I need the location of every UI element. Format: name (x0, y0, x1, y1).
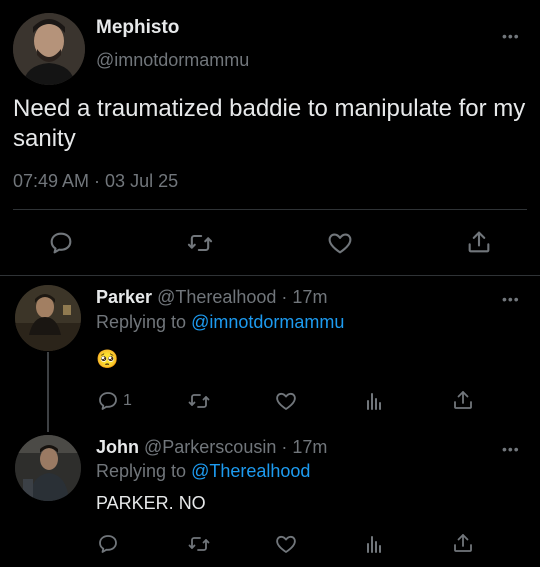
reply1-display-name[interactable]: Parker (96, 287, 152, 307)
avatar-parker[interactable] (15, 285, 81, 351)
reply2-like-icon[interactable] (274, 532, 298, 556)
reply2-replying: Replying to @Therealhood (96, 461, 310, 482)
reply1-analytics-icon[interactable] (362, 389, 386, 413)
reply2-share-icon[interactable] (451, 531, 475, 555)
reply2-more-icon[interactable]: ••• (502, 441, 520, 457)
reply1-share-icon[interactable] (451, 388, 475, 412)
reply1-like-icon[interactable] (274, 389, 298, 413)
reply2-analytics-icon[interactable] (362, 532, 386, 556)
reply2-replying-handle[interactable]: @Therealhood (191, 461, 310, 481)
main-tweet-text: Need a traumatized baddie to manipulate … (13, 95, 526, 152)
reply-icon[interactable] (47, 229, 75, 257)
retweet-icon[interactable] (185, 229, 215, 257)
reply2-text: PARKER. NO (96, 493, 206, 513)
reply1-more-icon[interactable]: ••• (502, 291, 520, 307)
main-more-icon[interactable]: ••• (502, 28, 520, 44)
reply1-replying-prefix: Replying to (96, 312, 187, 332)
reply2-header: John @Parkerscousin · 17m (96, 437, 327, 458)
reply1-replying: Replying to @imnotdormammu (96, 312, 344, 333)
like-icon[interactable] (326, 229, 354, 257)
reply1-replying-handle[interactable]: @imnotdormammu (191, 312, 344, 332)
reply2-reply-icon[interactable] (96, 532, 120, 556)
reply2-display-name[interactable]: John (96, 437, 139, 457)
main-timestamp[interactable]: 07:49 AM · 03 Jul 25 (13, 171, 178, 192)
reply1-header: Parker @Therealhood · 17m (96, 287, 327, 308)
reply1-reply-icon[interactable] (96, 389, 120, 413)
main-divider-top (13, 209, 527, 210)
main-display-name[interactable]: Mephisto (96, 17, 179, 39)
reply1-reply-count: 1 (123, 392, 132, 409)
reply2-handle[interactable]: @Parkerscousin · 17m (144, 437, 327, 457)
main-handle[interactable]: @imnotdormammu (96, 50, 249, 71)
main-divider-bottom (0, 275, 540, 276)
reply1-handle[interactable]: @Therealhood · 17m (157, 287, 327, 307)
reply2-retweet-icon[interactable] (186, 532, 212, 556)
avatar-mephisto[interactable] (13, 13, 85, 85)
thread-line (47, 352, 49, 432)
share-icon[interactable] (465, 228, 493, 256)
reply2-replying-prefix: Replying to (96, 461, 187, 481)
reply1-retweet-icon[interactable] (186, 389, 212, 413)
reply1-text: 🥺 (96, 349, 119, 369)
avatar-john[interactable] (15, 435, 81, 501)
